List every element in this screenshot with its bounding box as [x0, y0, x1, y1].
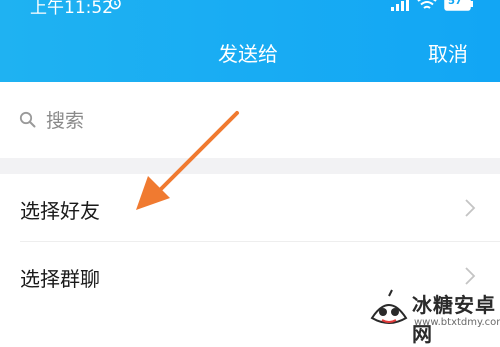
list-item-select-friend[interactable]: 选择好友 [0, 174, 500, 242]
list-item-label: 选择好友 [20, 199, 100, 223]
watermark: 冰糖安卓网 www.btxtdmy.com [368, 288, 500, 346]
battery-level: 57 [448, 0, 462, 7]
cancel-button[interactable]: 取消 [428, 38, 468, 67]
search-icon [19, 111, 36, 128]
watermark-logo-icon [370, 289, 408, 324]
watermark-url: www.btxtdmy.com [414, 317, 500, 328]
list-item-label: 选择群聊 [20, 267, 100, 291]
top-bar: 上午11:52 57 发送给 取消 [0, 0, 500, 82]
chevron-right-icon [465, 267, 476, 285]
search-input[interactable]: 搜索 [46, 106, 84, 133]
page-title: 发送给 [218, 42, 278, 66]
search-bar[interactable]: 搜索 [0, 82, 500, 158]
wifi-icon [417, 0, 437, 9]
signal-icon [391, 0, 409, 11]
alarm-icon [109, 0, 121, 10]
section-divider [0, 158, 500, 174]
chevron-right-icon [465, 199, 476, 217]
status-time: 上午11:52 [30, 0, 113, 18]
